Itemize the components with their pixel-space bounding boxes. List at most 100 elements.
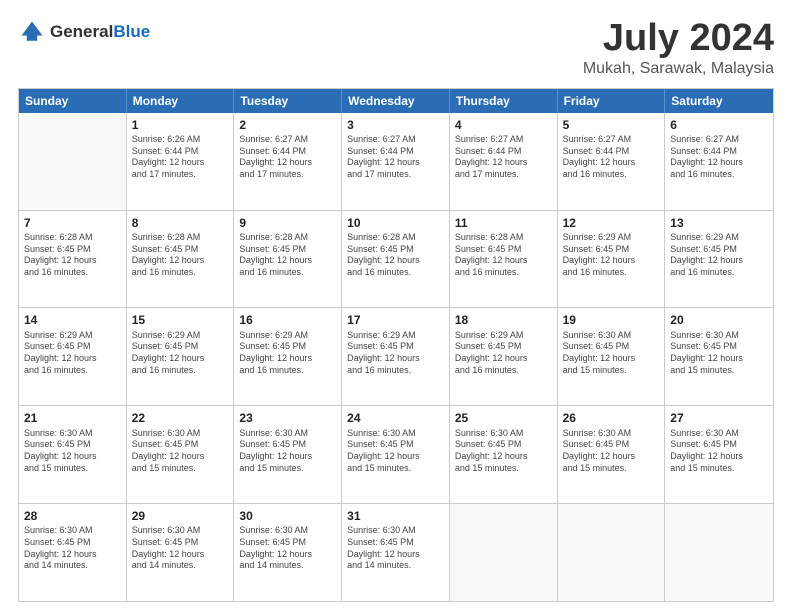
day-number: 28 [24,508,121,524]
day-number: 26 [563,410,660,426]
title-block: July 2024 Mukah, Sarawak, Malaysia [583,18,774,78]
day-number: 12 [563,215,660,231]
day-info: Sunrise: 6:30 AM Sunset: 6:45 PM Dayligh… [670,330,768,377]
month-title: July 2024 [583,18,774,60]
day-number: 1 [132,117,229,133]
day-cell-7: 7Sunrise: 6:28 AM Sunset: 6:45 PM Daylig… [19,211,127,308]
day-cell-10: 10Sunrise: 6:28 AM Sunset: 6:45 PM Dayli… [342,211,450,308]
day-cell-14: 14Sunrise: 6:29 AM Sunset: 6:45 PM Dayli… [19,308,127,405]
week-row-4: 21Sunrise: 6:30 AM Sunset: 6:45 PM Dayli… [19,406,773,504]
day-number: 14 [24,312,121,328]
day-info: Sunrise: 6:28 AM Sunset: 6:45 PM Dayligh… [347,232,444,279]
day-number: 20 [670,312,768,328]
day-cell-28: 28Sunrise: 6:30 AM Sunset: 6:45 PM Dayli… [19,504,127,601]
day-info: Sunrise: 6:30 AM Sunset: 6:45 PM Dayligh… [239,525,336,572]
day-cell-11: 11Sunrise: 6:28 AM Sunset: 6:45 PM Dayli… [450,211,558,308]
day-number: 11 [455,215,552,231]
day-cell-9: 9Sunrise: 6:28 AM Sunset: 6:45 PM Daylig… [234,211,342,308]
day-number: 7 [24,215,121,231]
day-info: Sunrise: 6:30 AM Sunset: 6:45 PM Dayligh… [24,428,121,475]
day-cell-13: 13Sunrise: 6:29 AM Sunset: 6:45 PM Dayli… [665,211,773,308]
day-cell-25: 25 Sunrise: 6:30 AM Sunset: 6:45 PM Dayli… [450,406,558,503]
day-cell-3: 3Sunrise: 6:27 AM Sunset: 6:44 PM Daylig… [342,113,450,210]
day-info: Sunrise: 6:29 AM Sunset: 6:45 PM Dayligh… [347,330,444,377]
day-info: Sunrise: 6:30 AM Sunset: 6:45 PM Dayligh… [239,428,336,475]
day-cell-31: 31Sunrise: 6:30 AM Sunset: 6:45 PM Dayli… [342,504,450,601]
day-number: 25 [455,410,552,426]
day-cell-24: 24 Sunrise: 6:30 AM Sunset: 6:45 PM Dayli… [342,406,450,503]
empty-cell [558,504,666,601]
day-cell-29: 29Sunrise: 6:30 AM Sunset: 6:45 PM Dayli… [127,504,235,601]
day-cell-17: 17 Sunrise: 6:29 AM Sunset: 6:45 PM Dayli… [342,308,450,405]
day-info: Sunrise: 6:30 AM Sunset: 6:45 PM Dayligh… [132,428,229,475]
day-number: 2 [239,117,336,133]
day-number: 23 [239,410,336,426]
day-number: 9 [239,215,336,231]
calendar: SundayMondayTuesdayWednesdayThursdayFrid… [18,88,774,602]
day-cell-5: 5Sunrise: 6:27 AM Sunset: 6:44 PM Daylig… [558,113,666,210]
day-info: Sunrise: 6:30 AM Sunset: 6:45 PM Dayligh… [563,330,660,377]
day-cell-4: 4Sunrise: 6:27 AM Sunset: 6:44 PM Daylig… [450,113,558,210]
logo-blue: Blue [113,22,150,41]
day-number: 5 [563,117,660,133]
day-info: Sunrise: 6:29 AM Sunset: 6:45 PM Dayligh… [132,330,229,377]
empty-cell [450,504,558,601]
day-number: 4 [455,117,552,133]
day-header-tuesday: Tuesday [234,89,342,113]
day-info: Sunrise: 6:29 AM Sunset: 6:45 PM Dayligh… [670,232,768,279]
day-header-wednesday: Wednesday [342,89,450,113]
day-info: Sunrise: 6:30 AM Sunset: 6:45 PM Dayligh… [455,428,552,475]
day-info: Sunrise: 6:30 AM Sunset: 6:45 PM Dayligh… [347,428,444,475]
day-info: Sunrise: 6:29 AM Sunset: 6:45 PM Dayligh… [563,232,660,279]
day-cell-26: 26 Sunrise: 6:30 AM Sunset: 6:45 PM Dayli… [558,406,666,503]
day-cell-15: 15 Sunrise: 6:29 AM Sunset: 6:45 PM Dayli… [127,308,235,405]
header: GeneralBlue July 2024 Mukah, Sarawak, Ma… [18,18,774,78]
logo: GeneralBlue [18,18,150,46]
day-cell-27: 27 Sunrise: 6:30 AM Sunset: 6:45 PM Dayli… [665,406,773,503]
day-info: Sunrise: 6:30 AM Sunset: 6:45 PM Dayligh… [347,525,444,572]
day-info: Sunrise: 6:27 AM Sunset: 6:44 PM Dayligh… [670,134,768,181]
day-info: Sunrise: 6:30 AM Sunset: 6:45 PM Dayligh… [563,428,660,475]
day-info: Sunrise: 6:30 AM Sunset: 6:45 PM Dayligh… [670,428,768,475]
day-header-monday: Monday [127,89,235,113]
week-row-1: 1Sunrise: 6:26 AM Sunset: 6:44 PM Daylig… [19,113,773,211]
calendar-header: SundayMondayTuesdayWednesdayThursdayFrid… [19,89,773,113]
day-header-saturday: Saturday [665,89,773,113]
day-cell-12: 12Sunrise: 6:29 AM Sunset: 6:45 PM Dayli… [558,211,666,308]
day-number: 15 [132,312,229,328]
day-cell-2: 2Sunrise: 6:27 AM Sunset: 6:44 PM Daylig… [234,113,342,210]
day-info: Sunrise: 6:27 AM Sunset: 6:44 PM Dayligh… [455,134,552,181]
day-number: 22 [132,410,229,426]
day-info: Sunrise: 6:30 AM Sunset: 6:45 PM Dayligh… [24,525,121,572]
week-row-5: 28Sunrise: 6:30 AM Sunset: 6:45 PM Dayli… [19,504,773,601]
day-number: 29 [132,508,229,524]
day-cell-6: 6Sunrise: 6:27 AM Sunset: 6:44 PM Daylig… [665,113,773,210]
empty-cell [665,504,773,601]
day-cell-1: 1Sunrise: 6:26 AM Sunset: 6:44 PM Daylig… [127,113,235,210]
day-number: 27 [670,410,768,426]
day-number: 17 [347,312,444,328]
day-cell-30: 30Sunrise: 6:30 AM Sunset: 6:45 PM Dayli… [234,504,342,601]
day-cell-22: 22 Sunrise: 6:30 AM Sunset: 6:45 PM Dayli… [127,406,235,503]
logo-text: GeneralBlue [50,23,150,42]
day-info: Sunrise: 6:29 AM Sunset: 6:45 PM Dayligh… [239,330,336,377]
logo-general: General [50,22,113,41]
day-cell-23: 23 Sunrise: 6:30 AM Sunset: 6:45 PM Dayli… [234,406,342,503]
day-number: 3 [347,117,444,133]
calendar-body: 1Sunrise: 6:26 AM Sunset: 6:44 PM Daylig… [19,113,773,601]
day-info: Sunrise: 6:28 AM Sunset: 6:45 PM Dayligh… [455,232,552,279]
day-cell-20: 20 Sunrise: 6:30 AM Sunset: 6:45 PM Dayli… [665,308,773,405]
day-number: 10 [347,215,444,231]
day-number: 16 [239,312,336,328]
day-info: Sunrise: 6:27 AM Sunset: 6:44 PM Dayligh… [347,134,444,181]
day-info: Sunrise: 6:29 AM Sunset: 6:45 PM Dayligh… [455,330,552,377]
day-info: Sunrise: 6:30 AM Sunset: 6:45 PM Dayligh… [132,525,229,572]
day-info: Sunrise: 6:28 AM Sunset: 6:45 PM Dayligh… [24,232,121,279]
week-row-3: 14 Sunrise: 6:29 AM Sunset: 6:45 PM Dayli… [19,308,773,406]
day-number: 18 [455,312,552,328]
day-number: 8 [132,215,229,231]
day-number: 24 [347,410,444,426]
day-info: Sunrise: 6:28 AM Sunset: 6:45 PM Dayligh… [132,232,229,279]
week-row-2: 7Sunrise: 6:28 AM Sunset: 6:45 PM Daylig… [19,211,773,309]
logo-icon [18,18,46,46]
